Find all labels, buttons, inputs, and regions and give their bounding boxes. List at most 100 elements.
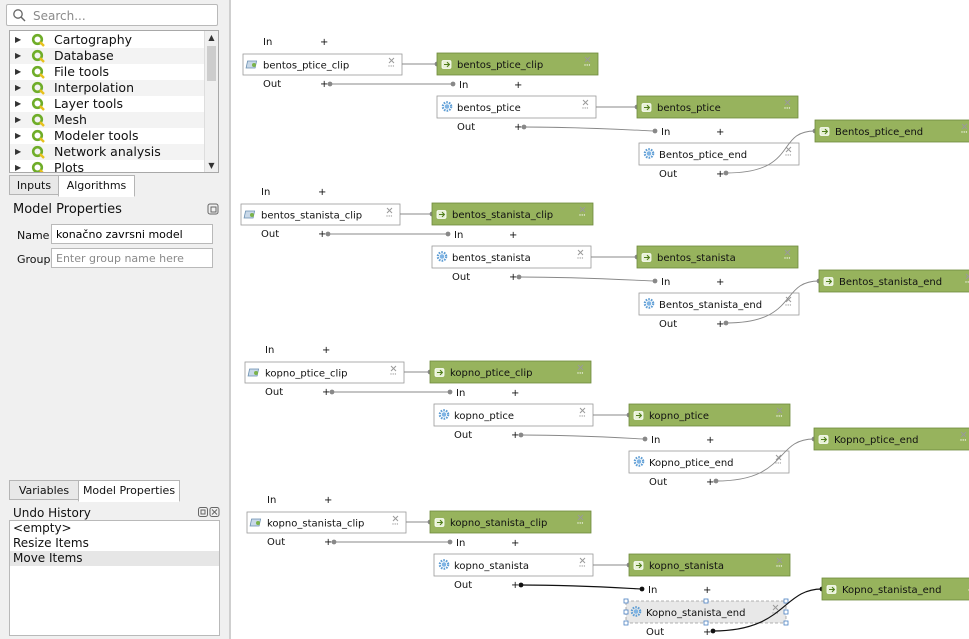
output-node-layer[interactable]: bentos_ptice <box>636 95 799 119</box>
more-icon[interactable] <box>392 523 399 525</box>
output-node-end[interactable]: Bentos_stanista_end <box>818 269 969 293</box>
input-node-clip[interactable]: bentos_stanista_clip <box>240 203 401 226</box>
undo-item[interactable]: <empty> <box>10 521 219 536</box>
input-node-clip[interactable]: kopno_ptice_clip <box>244 361 405 384</box>
tree-item-plots[interactable]: ▶ Plots <box>10 160 206 172</box>
chevron-right-icon[interactable]: ▶ <box>15 96 21 112</box>
model-graph[interactable]: In + bentos_ptice_clip Out + bentos_ptice_cli… <box>231 0 969 639</box>
tree-item-cartography[interactable]: ▶ Cartography <box>10 32 206 48</box>
output-node-end[interactable]: Kopno_ptice_end <box>813 427 969 451</box>
resize-handle[interactable] <box>623 620 629 626</box>
output-node-clip[interactable]: kopno_stanista_clip <box>429 510 592 534</box>
input-node-clip[interactable]: kopno_stanista_clip <box>246 511 407 534</box>
tab-model-properties[interactable]: Model Properties <box>78 480 180 502</box>
float-panel-icon[interactable] <box>207 203 219 215</box>
chevron-right-icon[interactable]: ▶ <box>15 128 21 144</box>
tree-item-modeler-tools[interactable]: ▶ Modeler tools <box>10 128 206 144</box>
tab-variables[interactable]: Variables <box>9 480 79 500</box>
resize-handle[interactable] <box>703 620 709 626</box>
algorithm-node-layer[interactable]: kopno_stanista <box>433 553 594 577</box>
chevron-right-icon[interactable]: ▶ <box>15 160 21 172</box>
algorithm-node-end[interactable]: Bentos_ptice_end <box>638 142 800 166</box>
output-node-layer[interactable]: kopno_ptice <box>628 403 791 427</box>
more-icon[interactable] <box>579 565 586 567</box>
output-node-clip[interactable]: kopno_ptice_clip <box>429 360 592 384</box>
output-node-clip[interactable]: bentos_ptice_clip <box>436 52 599 76</box>
tab-inputs[interactable]: Inputs <box>9 175 59 195</box>
output-node-end[interactable]: Bentos_ptice_end <box>814 119 969 143</box>
input-port[interactable] <box>447 389 453 395</box>
undo-item[interactable]: Move Items <box>10 551 219 566</box>
close-icon[interactable] <box>209 507 220 517</box>
chevron-right-icon[interactable]: ▶ <box>15 32 21 48</box>
more-icon[interactable] <box>582 107 589 109</box>
more-icon[interactable] <box>960 439 967 441</box>
output-node-clip[interactable]: bentos_stanista_clip <box>431 202 594 226</box>
tree-item-interpolation[interactable]: ▶ Interpolation <box>10 80 206 96</box>
model-canvas[interactable]: In + bentos_ptice_clip Out + bentos_ptice_cli… <box>230 0 969 639</box>
resize-handle[interactable] <box>623 598 629 604</box>
algorithm-node-layer[interactable]: kopno_ptice <box>433 403 594 427</box>
tree-scrollbar[interactable]: ▲ ▼ <box>204 31 218 172</box>
tree-item-network-analysis[interactable]: ▶ Network analysis <box>10 144 206 160</box>
tree-item-layer-tools[interactable]: ▶ Layer tools <box>10 96 206 112</box>
more-icon[interactable] <box>390 373 397 375</box>
tree-item-mesh[interactable]: ▶ Mesh <box>10 112 206 128</box>
input-port[interactable] <box>652 278 658 284</box>
chevron-right-icon[interactable]: ▶ <box>15 64 21 80</box>
input-port[interactable] <box>639 586 645 592</box>
chevron-right-icon[interactable]: ▶ <box>15 48 21 64</box>
input-node-clip[interactable]: bentos_ptice_clip <box>242 53 403 76</box>
more-icon[interactable] <box>776 415 783 417</box>
scroll-thumb[interactable] <box>207 46 216 81</box>
algorithm-node-layer[interactable]: bentos_stanista <box>431 245 592 269</box>
scroll-down-icon[interactable]: ▼ <box>205 159 218 172</box>
chevron-right-icon[interactable]: ▶ <box>15 144 21 160</box>
chevron-right-icon[interactable]: ▶ <box>15 112 21 128</box>
more-icon[interactable] <box>388 65 395 67</box>
more-icon[interactable] <box>776 565 783 567</box>
more-icon[interactable] <box>785 304 792 306</box>
more-icon[interactable] <box>577 522 584 524</box>
scroll-up-icon[interactable]: ▲ <box>205 31 218 44</box>
more-icon[interactable] <box>785 154 792 156</box>
model-name-field[interactable] <box>51 224 213 244</box>
undo-item[interactable]: Resize Items <box>10 536 219 551</box>
input-port[interactable] <box>642 436 648 442</box>
more-icon[interactable] <box>961 131 968 133</box>
model-group-field[interactable] <box>51 248 213 268</box>
more-icon[interactable] <box>386 215 393 217</box>
resize-handle[interactable] <box>623 609 629 615</box>
output-node-layer[interactable]: bentos_stanista <box>636 245 799 269</box>
resize-handle[interactable] <box>783 598 789 604</box>
resize-handle[interactable] <box>783 609 789 615</box>
node-label: kopno_stanista <box>649 561 724 572</box>
undo-history-list[interactable]: <empty> Resize Items Move Items <box>9 520 220 636</box>
algorithm-node-end[interactable]: Bentos_stanista_end <box>638 292 800 316</box>
algorithm-tree[interactable]: ▶ Cartography ▶ Database ▶ File tools ▶ … <box>9 30 219 173</box>
tree-item-file-tools[interactable]: ▶ File tools <box>10 64 206 80</box>
more-icon[interactable] <box>775 462 782 464</box>
more-icon[interactable] <box>577 257 584 259</box>
more-icon[interactable] <box>784 257 791 259</box>
float-panel-icon[interactable] <box>198 507 208 517</box>
resize-handle[interactable] <box>783 620 789 626</box>
more-icon[interactable] <box>577 372 584 374</box>
tree-item-database[interactable]: ▶ Database <box>10 48 206 64</box>
chevron-right-icon[interactable]: ▶ <box>15 80 21 96</box>
input-port[interactable] <box>652 128 658 134</box>
more-icon[interactable] <box>584 64 591 66</box>
tab-algorithms[interactable]: Algorithms <box>58 175 135 197</box>
input-port[interactable] <box>445 231 451 237</box>
input-port[interactable] <box>447 539 453 545</box>
resize-handle[interactable] <box>703 598 709 604</box>
more-icon[interactable] <box>579 214 586 216</box>
input-port[interactable] <box>450 81 456 87</box>
algorithm-node-layer[interactable]: bentos_ptice <box>436 95 597 119</box>
output-node-layer[interactable]: kopno_stanista <box>628 553 791 577</box>
more-icon[interactable] <box>579 415 586 417</box>
search-box[interactable] <box>6 4 218 26</box>
more-icon[interactable] <box>784 107 791 109</box>
search-input[interactable] <box>31 7 215 25</box>
output-node-end[interactable]: Kopno_stanista_end <box>821 577 969 601</box>
